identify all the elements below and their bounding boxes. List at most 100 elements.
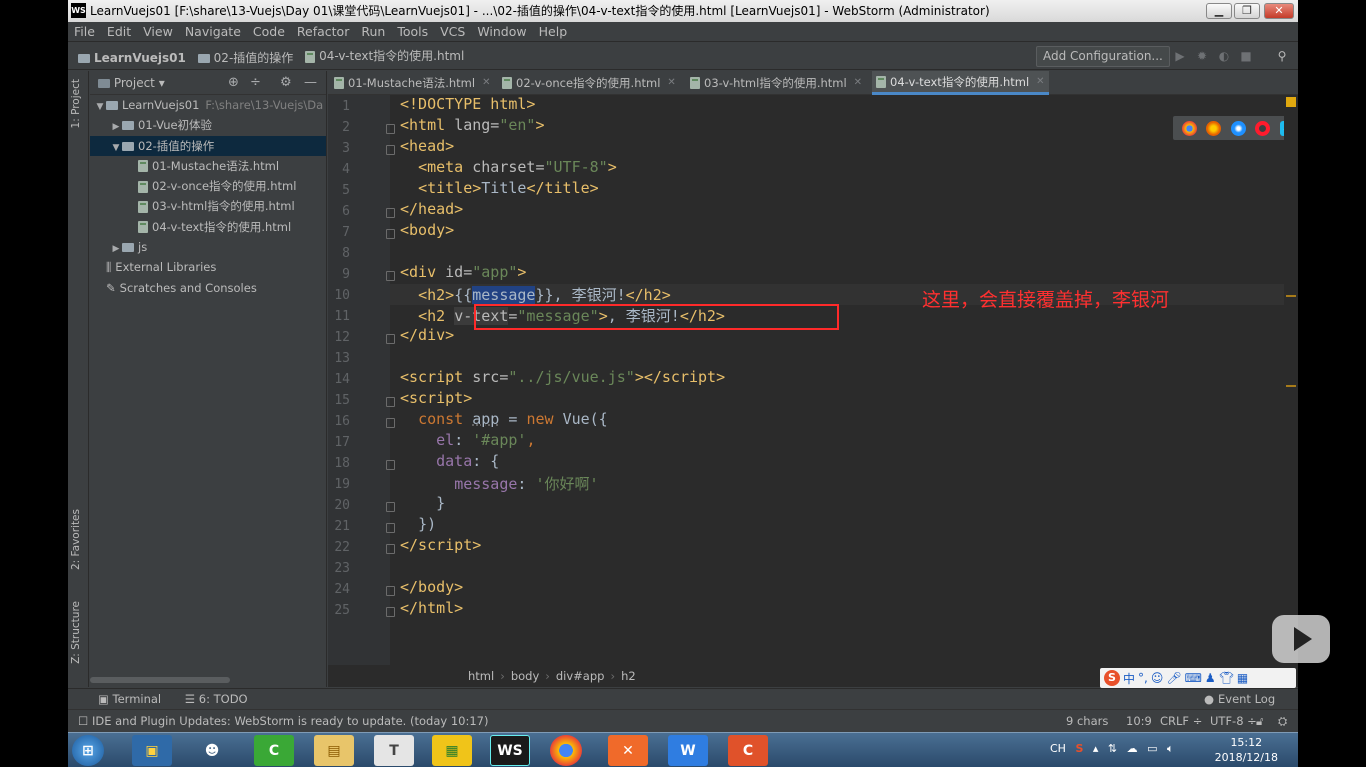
expanded-arrow-icon[interactable]: ▼: [110, 138, 122, 158]
breadcrumb-div[interactable]: div#app: [556, 669, 605, 683]
typora-taskbar-icon[interactable]: T: [374, 735, 414, 766]
gear-icon[interactable]: ⚙: [280, 71, 292, 95]
menu-run[interactable]: Run: [355, 22, 391, 42]
menu-edit[interactable]: Edit: [101, 22, 137, 42]
status-message[interactable]: IDE and Plugin Updates: WebStorm is read…: [92, 714, 489, 728]
fold-marker-icon[interactable]: [386, 523, 395, 533]
locate-icon[interactable]: ⊕: [228, 71, 239, 95]
nav-crumb-file[interactable]: 04-v-text指令的使用.html: [301, 43, 468, 70]
debug-icon[interactable]: ✹: [1194, 48, 1210, 64]
tree-item[interactable]: 02-v-once指令的使用.html: [90, 176, 326, 196]
avatar-taskbar-icon[interactable]: ☻: [192, 735, 232, 766]
user-icon[interactable]: ♟: [1205, 671, 1216, 685]
search-icon[interactable]: ⚲: [1274, 48, 1290, 64]
menu-file[interactable]: File: [68, 22, 101, 42]
tray-expand-icon[interactable]: ▴: [1093, 742, 1099, 755]
menu-refactor[interactable]: Refactor: [291, 22, 355, 42]
structure-tool-tab[interactable]: Z: Structure: [70, 601, 82, 664]
lock-icon[interactable]: 🔓︎: [1256, 710, 1263, 732]
vertical-scrollbar[interactable]: [1284, 95, 1298, 665]
firefox-icon[interactable]: [1206, 120, 1222, 136]
tree-item[interactable]: ▶ js: [90, 237, 326, 257]
webstorm-taskbar-icon[interactable]: WS: [490, 735, 530, 766]
notepad-taskbar-icon[interactable]: ▦: [432, 735, 472, 766]
fold-marker-icon[interactable]: [386, 607, 395, 617]
tree-item[interactable]: 01-Mustache语法.html: [90, 156, 326, 176]
sogou-icon[interactable]: S: [1104, 670, 1120, 686]
collapsed-arrow-icon[interactable]: ▶: [110, 117, 122, 137]
tree-item[interactable]: ▶ 01-Vue初体验: [90, 115, 326, 135]
fold-marker-icon[interactable]: [386, 502, 395, 512]
menu-help[interactable]: Help: [533, 22, 574, 42]
close-tab-icon[interactable]: ✕: [667, 71, 675, 95]
video-play-icon[interactable]: [1272, 615, 1330, 663]
close-tab-icon[interactable]: ✕: [1036, 70, 1044, 94]
inspector-icon[interactable]: ⛭: [1278, 710, 1287, 732]
fold-marker-icon[interactable]: [386, 208, 395, 218]
close-tab-icon[interactable]: ✕: [482, 71, 490, 95]
opera-icon[interactable]: [1255, 120, 1271, 136]
terminal-tab[interactable]: Terminal: [113, 692, 162, 706]
fold-marker-icon[interactable]: [386, 124, 395, 134]
todo-tab[interactable]: 6: TODO: [199, 692, 248, 706]
chevron-down-icon[interactable]: ▾: [159, 76, 165, 90]
menu-navigate[interactable]: Navigate: [179, 22, 247, 42]
breadcrumb-html[interactable]: html: [468, 669, 494, 683]
close-tab-icon[interactable]: ✕: [854, 71, 862, 95]
stop-icon[interactable]: ■: [1238, 48, 1254, 64]
tree-item[interactable]: ⫼ External Libraries: [90, 257, 326, 277]
favorites-tool-tab[interactable]: 2: Favorites: [70, 509, 82, 570]
camtasia-taskbar-icon[interactable]: C: [254, 735, 294, 766]
event-log-tab[interactable]: Event Log: [1218, 689, 1275, 710]
collapsed-arrow-icon[interactable]: ▶: [110, 239, 122, 259]
explorer-taskbar-icon[interactable]: ▣: [132, 735, 172, 766]
xmind-taskbar-icon[interactable]: ✕: [608, 735, 648, 766]
ime-mode[interactable]: 中: [1123, 670, 1135, 687]
status-icon[interactable]: ☐: [78, 714, 88, 728]
menu-vcs[interactable]: VCS: [434, 22, 471, 42]
tree-item[interactable]: ✎ Scratches and Consoles: [90, 278, 326, 298]
punctuation-icon[interactable]: °,: [1138, 671, 1148, 685]
fold-marker-icon[interactable]: [386, 397, 395, 407]
cloud-icon[interactable]: ☁: [1127, 742, 1138, 755]
add-configuration-button[interactable]: Add Configuration...: [1036, 46, 1170, 67]
run-icon[interactable]: ▶: [1172, 48, 1188, 64]
tree-item[interactable]: 03-v-html指令的使用.html: [90, 196, 326, 216]
fold-marker-icon[interactable]: [386, 334, 395, 344]
tab-v-html[interactable]: 03-v-html指令的使用.html ✕: [686, 71, 866, 95]
menu-view[interactable]: View: [137, 22, 179, 42]
hide-panel-icon[interactable]: —: [304, 71, 317, 95]
voice-icon[interactable]: 🎤︎: [1166, 671, 1181, 685]
menu-code[interactable]: Code: [247, 22, 291, 42]
fold-marker-icon[interactable]: [386, 544, 395, 554]
horizontal-scrollbar[interactable]: [90, 677, 230, 683]
tree-item[interactable]: ▼ 02-插值的操作: [90, 135, 326, 158]
project-view-selector[interactable]: Project: [114, 76, 155, 90]
folder-taskbar-icon[interactable]: ▤: [314, 735, 354, 766]
tree-item[interactable]: 04-v-text指令的使用.html: [90, 217, 326, 237]
breadcrumb-body[interactable]: body: [511, 669, 539, 683]
fold-marker-icon[interactable]: [386, 418, 395, 428]
emoji-icon[interactable]: ☺: [1151, 671, 1164, 685]
tab-mustache[interactable]: 01-Mustache语法.html ✕: [330, 71, 494, 95]
coverage-icon[interactable]: ◐: [1216, 48, 1232, 64]
volume-icon[interactable]: 🔈︎: [1167, 742, 1174, 755]
collapse-icon[interactable]: ÷: [250, 71, 261, 95]
fold-marker-icon[interactable]: [386, 460, 395, 470]
camtasia-recorder-taskbar-icon[interactable]: C: [728, 735, 768, 766]
nav-crumb-folder[interactable]: 02-插值的操作: [194, 45, 298, 72]
grid-icon[interactable]: ▦: [1237, 671, 1248, 685]
fold-marker-icon[interactable]: [386, 586, 395, 596]
start-button[interactable]: ⊞: [72, 735, 104, 766]
line-separator[interactable]: CRLF ÷: [1160, 710, 1202, 732]
menu-window[interactable]: Window: [471, 22, 532, 42]
chrome-icon[interactable]: [1181, 120, 1197, 136]
keyboard-icon[interactable]: ⌨: [1185, 671, 1202, 685]
close-icon[interactable]: ✕: [1264, 3, 1294, 19]
wps-taskbar-icon[interactable]: W: [668, 735, 708, 766]
chrome-taskbar-icon[interactable]: [550, 735, 582, 766]
inspection-status-icon[interactable]: [1286, 97, 1296, 107]
tab-v-text[interactable]: 04-v-text指令的使用.html ✕: [872, 71, 1049, 95]
skin-icon[interactable]: 👕︎: [1219, 671, 1234, 685]
fold-marker-icon[interactable]: [386, 145, 395, 155]
